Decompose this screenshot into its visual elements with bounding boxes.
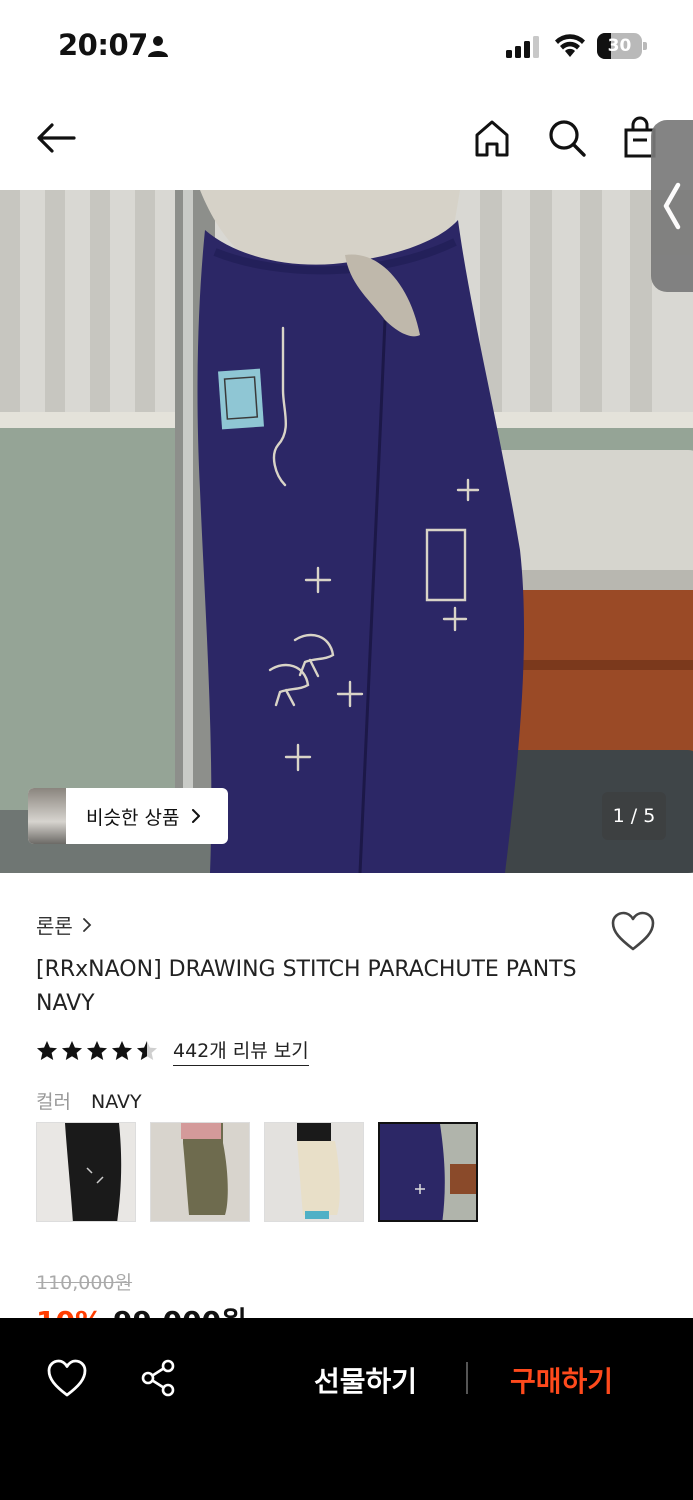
color-row: 컬러 NAVY xyxy=(36,1087,142,1114)
color-swatches xyxy=(36,1122,492,1222)
star-icon xyxy=(62,1041,82,1060)
status-time: 20:07 xyxy=(58,28,148,62)
side-panel-tab[interactable] xyxy=(651,120,693,292)
divider xyxy=(466,1362,468,1394)
color-swatch-navy[interactable] xyxy=(378,1122,478,1222)
star-icon xyxy=(112,1041,132,1060)
brand-link[interactable]: 론론 xyxy=(36,910,93,939)
brand-name: 론론 xyxy=(36,914,73,938)
wifi-icon xyxy=(555,34,585,57)
rating-row: 442개 리뷰 보기 xyxy=(36,1036,309,1066)
color-label: 컬러 xyxy=(36,1091,71,1113)
status-bar: 20:07 30 xyxy=(0,0,693,92)
gift-button[interactable]: 선물하기 xyxy=(314,1360,417,1400)
battery-text: 30 xyxy=(607,36,632,56)
image-counter: 1 / 5 xyxy=(602,792,666,840)
original-price: 110,000원 xyxy=(36,1272,133,1294)
person-icon xyxy=(148,36,168,57)
star-icon xyxy=(37,1041,57,1060)
chevron-right-icon xyxy=(192,809,201,823)
sale-price-row: 10%99,000원 xyxy=(36,1300,247,1320)
similar-products-button[interactable]: 비슷한 상품 xyxy=(28,788,228,844)
battery-indicator: 30 xyxy=(597,33,647,59)
product-title: [RRxNAON] DRAWING STITCH PARACHUTE PANTS… xyxy=(36,957,577,1016)
star-icon xyxy=(87,1041,107,1060)
chevron-left-icon xyxy=(663,182,681,230)
bottom-action-bar: 선물하기 구매하기 xyxy=(0,1318,693,1500)
top-nav xyxy=(0,92,693,190)
color-swatch-ivory[interactable] xyxy=(264,1122,364,1222)
color-value: NAVY xyxy=(91,1091,142,1113)
share-icon[interactable] xyxy=(138,1358,178,1398)
heart-icon[interactable] xyxy=(46,1358,88,1398)
home-icon[interactable] xyxy=(470,116,514,160)
product-image-carousel[interactable]: 비슷한 상품 1 / 5 xyxy=(0,190,693,873)
heart-icon[interactable] xyxy=(610,910,656,952)
star-icon xyxy=(137,1041,157,1060)
color-swatch-khaki[interactable] xyxy=(150,1122,250,1222)
star-rating xyxy=(36,1040,161,1062)
chevron-right-icon xyxy=(82,917,92,932)
color-swatch-black[interactable] xyxy=(36,1122,136,1222)
signal-icon xyxy=(506,36,539,58)
buy-button[interactable]: 구매하기 xyxy=(510,1360,613,1400)
arrow-left-icon[interactable] xyxy=(34,116,78,160)
similar-products-label: 비슷한 상품 xyxy=(86,806,180,829)
product-photo xyxy=(0,190,693,873)
review-link[interactable]: 442개 리뷰 보기 xyxy=(173,1036,309,1066)
search-icon[interactable] xyxy=(545,116,589,160)
similar-products-thumbnail xyxy=(28,788,66,844)
